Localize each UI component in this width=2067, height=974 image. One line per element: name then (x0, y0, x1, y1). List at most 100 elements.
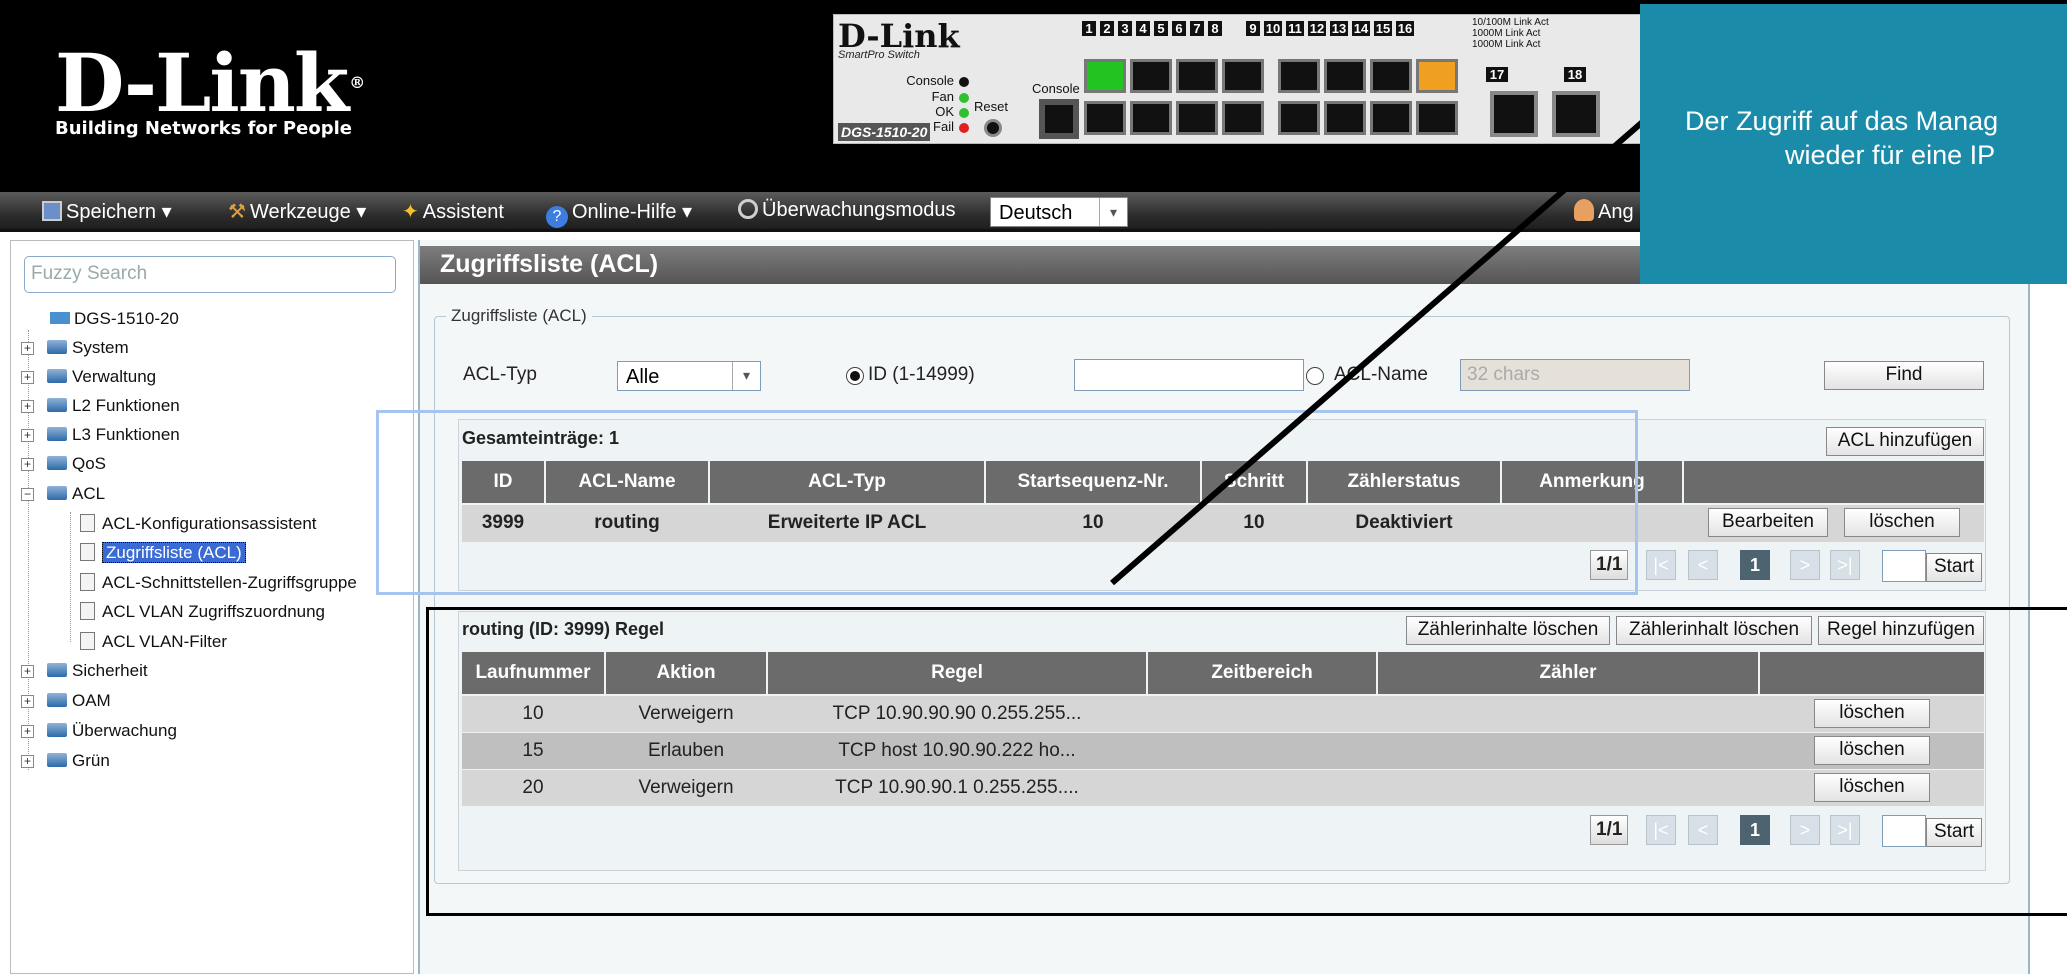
fail-led-icon (959, 123, 969, 133)
page-icon (80, 543, 95, 561)
edit-button[interactable]: Bearbeiten (1708, 508, 1828, 537)
folder-icon (47, 753, 67, 767)
expand-icon[interactable]: + (21, 429, 34, 442)
monitor-mode-button[interactable]: Überwachungsmodus (738, 199, 955, 222)
monitor-icon (738, 199, 758, 219)
tree-item-l3[interactable]: L3 Funktionen (47, 423, 180, 447)
callout-line-2: wieder für eine IP (1785, 140, 1996, 170)
folder-icon (47, 340, 67, 354)
fan-led-label: Fan (931, 89, 954, 104)
highlight-box-black (426, 607, 2067, 916)
expand-icon[interactable]: + (21, 400, 34, 413)
prev-page-button[interactable]: < (1688, 550, 1718, 580)
port-number: 1 (1082, 21, 1096, 36)
folder-icon (47, 723, 67, 737)
port-6-icon (1176, 101, 1218, 135)
last-page-button[interactable]: >| (1830, 550, 1860, 580)
expand-icon[interactable]: + (21, 725, 34, 738)
tree-item-monitoring[interactable]: Überwachung (47, 719, 177, 743)
device-panel-image: D-Link SmartPro Switch DGS-1510-20 Conso… (833, 14, 1643, 144)
id-radio-label: ID (1-14999) (868, 364, 975, 385)
tree-item-oam[interactable]: OAM (47, 689, 111, 713)
chevron-down-icon: ▾ (682, 201, 693, 223)
tools-menu[interactable]: ⚒ Werkzeuge ▾ (228, 199, 366, 224)
tree-item-acl-vlan-filter[interactable]: ACL VLAN-Filter (80, 630, 227, 654)
tree-item-system[interactable]: System (47, 336, 129, 360)
wizard-icon: ✦ (402, 201, 419, 223)
expand-icon[interactable]: + (21, 695, 34, 708)
fieldset-legend: Zugriffsliste (ACL) (446, 306, 592, 326)
port-14-icon (1370, 101, 1412, 135)
expand-icon[interactable]: + (21, 458, 34, 471)
fuzzy-search-input[interactable]: Fuzzy Search (24, 256, 396, 293)
ok-led-icon (959, 108, 969, 118)
start-button[interactable]: Start (1926, 553, 1982, 582)
page-icon (80, 602, 95, 620)
expand-icon[interactable]: + (21, 665, 34, 678)
tree-item-acl[interactable]: ACL (47, 482, 105, 506)
port-number: 2 (1100, 21, 1114, 36)
folder-icon (47, 398, 67, 412)
help-icon: ? (546, 206, 568, 228)
tree-item-qos[interactable]: QoS (47, 452, 106, 476)
tree-item-acl-wizard[interactable]: ACL-Konfigurationsassistent (80, 512, 317, 536)
chevron-down-icon: ▾ (1099, 198, 1127, 226)
console-port-icon (1039, 99, 1079, 139)
port-number: 8 (1208, 21, 1222, 36)
reset-label: Reset (974, 99, 1008, 114)
add-acl-button[interactable]: ACL hinzufügen (1826, 427, 1984, 456)
collapse-icon[interactable]: − (21, 488, 34, 501)
port-number: 5 (1154, 21, 1168, 36)
port-number: 7 (1190, 21, 1204, 36)
tree-item-green[interactable]: Grün (47, 749, 110, 773)
save-menu[interactable]: Speichern ▾ (42, 199, 172, 224)
port-1-icon (1084, 59, 1126, 93)
tree-item-acl-vlan-map[interactable]: ACL VLAN Zugriffszuordnung (80, 600, 325, 624)
expand-icon[interactable]: + (21, 371, 34, 384)
online-help-menu[interactable]: ? Online-Hilfe ▾ (546, 199, 692, 228)
port-7-icon (1222, 59, 1264, 93)
tree-line (70, 512, 71, 642)
tree-item-verwaltung[interactable]: Verwaltung (47, 365, 156, 389)
page-number-input[interactable] (1882, 550, 1926, 582)
user-menu[interactable]: Ang (1574, 199, 1634, 224)
port-number: 3 (1118, 21, 1132, 36)
port-2-icon (1084, 101, 1126, 135)
callout-line-1: Der Zugriff auf das Manag (1685, 106, 1999, 136)
id-radio[interactable] (846, 367, 864, 385)
fan-led-icon (959, 93, 969, 103)
acl-name-input[interactable]: 32 chars (1460, 359, 1690, 391)
acl-type-select[interactable]: Alle ▾ (617, 361, 761, 391)
logo-tagline: Building Networks for People (55, 118, 352, 139)
language-select[interactable]: Deutsch ▾ (990, 197, 1128, 227)
acl-id-input[interactable] (1074, 359, 1304, 391)
tree-item-security[interactable]: Sicherheit (47, 659, 148, 683)
expand-icon[interactable]: + (21, 342, 34, 355)
logo-registered: ® (349, 73, 365, 92)
page-icon (80, 632, 95, 650)
acl-name-radio[interactable] (1306, 367, 1324, 385)
tree-item-l2[interactable]: L2 Funktionen (47, 394, 180, 418)
tree-root-device[interactable]: DGS-1510-20 (50, 307, 179, 331)
annotation-callout: Der Zugriff auf das Manag wieder für ein… (1640, 4, 2067, 284)
expand-icon[interactable]: + (21, 755, 34, 768)
current-page-button[interactable]: 1 (1740, 550, 1770, 580)
logo-brand: D-Link (55, 36, 349, 130)
tree-item-acl-interface[interactable]: ACL-Schnittstellen-Zugriffsgruppe (80, 571, 357, 595)
user-icon (1574, 199, 1594, 221)
tree-item-access-list[interactable]: Zugriffsliste (ACL) (80, 541, 246, 565)
port-number: 4 (1136, 21, 1150, 36)
page-icon (80, 573, 95, 591)
port-number: 14 (1352, 21, 1370, 36)
folder-icon (47, 369, 67, 383)
first-page-button[interactable]: |< (1646, 550, 1676, 580)
next-page-button[interactable]: > (1790, 550, 1820, 580)
dlink-logo: D-Link ® Building Networks for People (55, 42, 365, 139)
delete-acl-button[interactable]: löschen (1844, 508, 1960, 537)
port-number: 12 (1308, 21, 1326, 36)
chevron-down-icon: ▾ (732, 362, 760, 390)
floppy-disk-icon (42, 201, 62, 221)
sfp-number: 18 (1564, 67, 1586, 82)
wizard-menu[interactable]: ✦ Assistent (402, 199, 504, 224)
find-button[interactable]: Find (1824, 361, 1984, 390)
